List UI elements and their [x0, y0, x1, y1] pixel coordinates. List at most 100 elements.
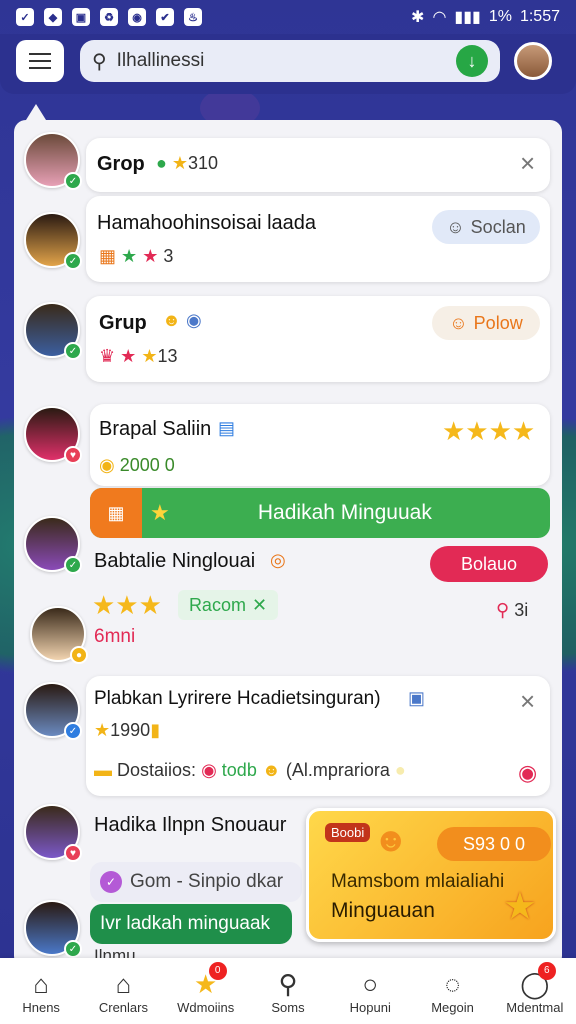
- online-icon: ●: [156, 153, 167, 173]
- nav-label: Hnens: [22, 999, 60, 1015]
- nav-label: Megoin: [431, 999, 474, 1015]
- item-detail-row: ▬ Dostaiios: ◉ todb ☻ (Al.mprariora ●: [94, 760, 406, 781]
- profile-avatar[interactable]: [514, 42, 552, 80]
- check-icon: ✓: [64, 722, 82, 740]
- follow-button[interactable]: ☺ Soclan: [432, 210, 540, 244]
- chat-icon: ○: [362, 968, 379, 999]
- promo-price[interactable]: S93 0 0: [437, 827, 551, 861]
- banner-label: Hadikah Minguuak: [257, 501, 432, 524]
- check-icon: ✓: [64, 342, 82, 360]
- item-sub: 2000 0: [119, 455, 175, 475]
- item-name: Hamahoohinsoisai laada: [97, 212, 317, 234]
- search-input[interactable]: Ilhallinessi: [117, 50, 446, 72]
- status-app-icons: ✓ ◆ ▣ ♻ ◉ ✔ ♨: [16, 8, 202, 26]
- download-icon[interactable]: ↓: [456, 45, 488, 77]
- chip-label: Racom: [188, 594, 246, 615]
- gom-card[interactable]: ✓ Gom - Sinpio dkar: [90, 862, 302, 902]
- follow-button-label: Soclan: [470, 216, 526, 237]
- wifi-icon: ◠: [432, 9, 447, 26]
- item-sub: 13: [157, 346, 178, 366]
- search-bar[interactable]: ⚲ Ilhallinessi ↓: [80, 40, 500, 82]
- message-icon: ◌: [444, 968, 461, 999]
- avatar[interactable]: ♥: [24, 406, 82, 464]
- nav-chat[interactable]: ○ Hopuni: [335, 968, 405, 1015]
- item-name: Babtalie Ninglouai: [94, 550, 256, 572]
- nav-label: Hopuni: [349, 999, 391, 1015]
- avatar[interactable]: ✓: [24, 132, 82, 190]
- check-icon: ✓: [64, 556, 82, 574]
- heart-icon: ♥: [64, 844, 82, 862]
- avatar[interactable]: ✓: [24, 900, 82, 958]
- badge-icon: ◉: [185, 310, 202, 330]
- nav-notifications[interactable]: ◯ 6 Mdentmal: [500, 961, 570, 1015]
- follow-button[interactable]: ☺ Polow: [432, 306, 540, 340]
- signal-icon: ▮▮▮: [454, 9, 481, 26]
- check-icon: ✓: [64, 252, 82, 270]
- star-icon: ★: [171, 153, 189, 173]
- wallet-icon: ▬: [94, 760, 112, 780]
- nav-label: Crenlars: [98, 999, 148, 1015]
- bottom-nav: ⌂ Hnens ⌂ Crenlars ★ 0 Wdmoiins ⚲ Soms ○ Hopun…: [0, 958, 576, 1024]
- item-detail: Dostaiios:: [117, 760, 197, 780]
- mascot-icon: ☻: [373, 821, 409, 859]
- green-banner[interactable]: ▦ ★ Hadikah Minguuak: [90, 488, 550, 538]
- menu-button[interactable]: [16, 40, 64, 82]
- close-icon[interactable]: ×: [520, 150, 535, 176]
- nav-home[interactable]: ⌂ Hnens: [6, 968, 76, 1015]
- item-name: Grop: [97, 153, 145, 175]
- heart-icon: ♥: [64, 446, 82, 464]
- gift-icon: ▦: [90, 488, 142, 538]
- search-icon: ⚲: [496, 600, 510, 620]
- search-icon: ⚲: [92, 50, 107, 73]
- app-notification-icon: ♻: [100, 8, 118, 26]
- item-name: Plabkan Lyrirere Hcadietsinguran): [94, 688, 381, 709]
- nav-store[interactable]: ⌂ Crenlars: [88, 968, 158, 1015]
- fire-icon: ◎: [270, 550, 286, 570]
- battery-text: 1%: [488, 8, 512, 25]
- avatar[interactable]: ✓: [24, 302, 82, 360]
- close-icon[interactable]: ×: [520, 688, 535, 714]
- nav-messages[interactable]: ◌ Megoin: [418, 968, 488, 1015]
- follow-button-label: Polow: [473, 312, 523, 333]
- promo-line1: Mamsbom mlaialiahi: [331, 871, 505, 892]
- star-icon: ★: [502, 886, 537, 928]
- avatar[interactable]: ✓: [24, 682, 82, 740]
- search-icon: ⚲: [278, 968, 298, 999]
- avatar[interactable]: ●: [30, 606, 88, 664]
- nav-count-badge: 0: [208, 961, 227, 980]
- emoji-icon: ☻: [261, 760, 281, 780]
- action-button[interactable]: Bolauo: [430, 546, 548, 582]
- nav-search[interactable]: ⚲ Soms: [253, 968, 323, 1015]
- item-4-coins: ◉ 2000 0: [99, 455, 175, 476]
- item-name: Hadika Ilnpn Snouaur: [94, 814, 287, 836]
- item-1-icons: ● ★310: [156, 153, 218, 174]
- avatar[interactable]: ♥: [24, 804, 82, 862]
- panel-pointer: [26, 104, 46, 120]
- gom-label: Gom - Sinpio dkar: [130, 871, 284, 892]
- clock: 1:557: [519, 8, 560, 25]
- gift-icon: ▦: [99, 246, 117, 266]
- app-notification-icon: ▣: [72, 8, 90, 26]
- promo-line2: Minguauan: [331, 899, 435, 922]
- star-icon: ★: [94, 720, 111, 740]
- nav-label: Mdentmal: [506, 999, 564, 1015]
- promo-card[interactable]: Boobi ☻ S93 0 0 Mamsbom mlaialiahi Mingu…: [306, 808, 556, 942]
- rating-stars: ★★★: [92, 590, 162, 620]
- avatar[interactable]: ✓: [24, 212, 82, 270]
- racom-chip[interactable]: Racom ✕: [178, 590, 278, 620]
- green-action-button[interactable]: Ivr ladkah minguaak: [90, 904, 292, 944]
- emoji-icon: ☻: [162, 310, 181, 330]
- star-icon: ★: [121, 246, 138, 266]
- nav-rewards[interactable]: ★ 0 Wdmoiins: [171, 961, 241, 1015]
- item-5-aside: ⚲ 3i: [496, 600, 528, 621]
- avatar[interactable]: ✓: [24, 516, 82, 574]
- item-detail-tail: (Al.mprariora: [285, 760, 390, 780]
- item-2-icons: ▦ ★ ★ 3: [99, 246, 173, 267]
- item-detail-accent: todb: [221, 760, 257, 780]
- rating-stars: ★★★★: [442, 416, 536, 446]
- promo-tag: Boobi: [325, 823, 371, 842]
- hamburger-icon: [29, 60, 51, 62]
- cross-icon: ✕: [251, 594, 268, 615]
- nav-label: Soms: [271, 999, 305, 1015]
- edit-icon: ▤: [218, 418, 236, 438]
